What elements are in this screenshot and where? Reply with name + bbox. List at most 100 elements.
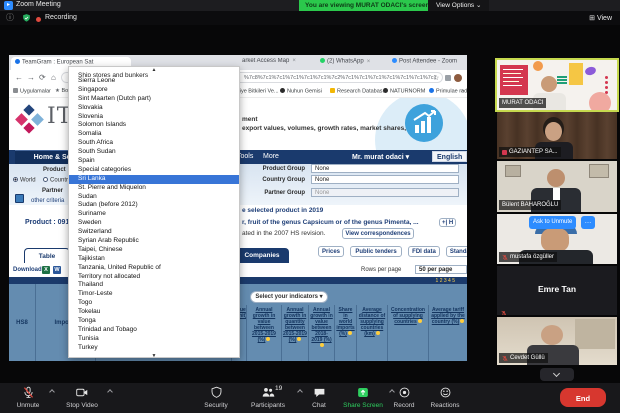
share-screen-button[interactable]: Share Screen	[338, 386, 388, 409]
product-group-select[interactable]: None	[311, 164, 459, 173]
dropdown-option[interactable]: Trinidad and Tobago	[69, 326, 239, 335]
column-header[interactable]: Concentration of supplying countries	[387, 305, 428, 361]
dropdown-option[interactable]: Sierra Leone	[69, 77, 239, 86]
dropdown-option[interactable]: Tokelau	[69, 308, 239, 317]
tab-close-icon[interactable]: ×	[367, 59, 371, 65]
bookmark-item[interactable]: Research Databas...	[330, 88, 387, 95]
excel-icon[interactable]: X	[42, 266, 50, 274]
info-icon[interactable]	[460, 319, 464, 323]
dropdown-option[interactable]: Timor-Leste	[69, 290, 239, 299]
dropdown-option[interactable]: Sudan (before 2012)	[69, 201, 239, 210]
unmute-options-caret[interactable]	[49, 389, 55, 395]
browser-menu-icon[interactable]: ⋮	[464, 73, 467, 82]
other-criteria-link[interactable]: other criteria	[31, 198, 64, 204]
swap-icon[interactable]	[15, 194, 24, 203]
view-correspondences-button[interactable]: View correspondences	[342, 228, 414, 239]
dropdown-option[interactable]: Slovenia	[69, 113, 239, 122]
column-header[interactable]: Average distance of supplying countries …	[356, 305, 387, 361]
dropdown-option[interactable]: Togo	[69, 299, 239, 308]
ask-to-unmute-button[interactable]: Ask to Unmute	[529, 216, 576, 229]
expand-button[interactable]: +| H	[439, 218, 456, 227]
info-icon[interactable]	[297, 337, 301, 341]
dropdown-option[interactable]: Tonga	[69, 317, 239, 326]
bookmarks-overflow[interactable]: »	[461, 88, 464, 94]
participant-tile-gaziantep[interactable]: GAZIANTEP SA...	[497, 112, 617, 159]
tab-close-icon[interactable]: ×	[292, 58, 296, 64]
public-tenders-button[interactable]: Public tenders	[350, 246, 402, 257]
dropdown-option[interactable]: Taipei, Chinese	[69, 246, 239, 255]
bookmark-star-icon[interactable]: ☆	[433, 74, 439, 82]
profile-avatar[interactable]	[454, 74, 462, 82]
bookmark-item[interactable]: Nuhun Gemisi	[280, 88, 322, 95]
bookmark-apps[interactable]: Uygulamalar	[13, 88, 51, 95]
dropdown-option[interactable]: Singapore	[69, 86, 239, 95]
dropdown-option[interactable]: South Africa	[69, 139, 239, 148]
shield-icon[interactable]	[22, 13, 31, 25]
dropdown-option[interactable]: Special categories	[69, 166, 239, 175]
column-header[interactable]: Annual growth in value between 2015-2019…	[246, 305, 281, 361]
dropdown-option[interactable]: Solomon Islands	[69, 121, 239, 130]
partner-group-select[interactable]: None	[311, 188, 459, 197]
standards-button[interactable]: Standar	[446, 246, 467, 257]
dropdown-option[interactable]: Sint Maarten (Dutch part)	[69, 95, 239, 104]
dropdown-option[interactable]: Tunisia	[69, 335, 239, 344]
view-options-button[interactable]: View Options ⌄	[428, 0, 489, 11]
dropdown-option[interactable]: Tanzania, United Republic of	[69, 264, 239, 273]
dropdown-option[interactable]: Spain	[69, 157, 239, 166]
dropdown-option[interactable]: South Sudan	[69, 148, 239, 157]
participants-button[interactable]: 19 Participants	[242, 386, 294, 409]
participant-tile-cevdet[interactable]: Cevdet Güllü	[497, 317, 617, 365]
dropdown-option[interactable]: Tajikistan	[69, 255, 239, 264]
dropdown-option[interactable]: Sudan	[69, 193, 239, 202]
end-meeting-button[interactable]: End	[560, 388, 606, 407]
new-tab-button[interactable]: +	[457, 58, 466, 69]
fdi-data-button[interactable]: FDI data	[408, 246, 440, 257]
info-icon[interactable]	[376, 331, 380, 335]
reload-icon[interactable]: ⟳	[39, 73, 46, 82]
column-header[interactable]: Annual growth in value between 2018-2019…	[308, 305, 334, 361]
rows-per-page-select[interactable]: 50 per page	[415, 265, 467, 274]
select-indicators-button[interactable]: Select your indicators ▾	[250, 291, 328, 303]
column-header[interactable]: Average tariff applied by the country (%…	[428, 305, 467, 361]
prices-button[interactable]: Prices	[318, 246, 344, 257]
dropdown-option[interactable]: Switzerland	[69, 228, 239, 237]
dropdown-option[interactable]: Syrian Arab Republic	[69, 237, 239, 246]
info-icon[interactable]	[418, 319, 422, 323]
dropdown-option[interactable]: Turkey	[69, 344, 239, 353]
record-button[interactable]: Record	[386, 386, 422, 409]
world-radio[interactable]: World	[13, 177, 36, 184]
dropdown-option[interactable]: Sweden	[69, 219, 239, 228]
info-icon[interactable]	[348, 331, 352, 335]
collapse-strip-button[interactable]	[540, 368, 574, 381]
participant-tile-bulent[interactable]: Bülent BAHAROĞLU	[497, 161, 617, 212]
view-layout-button[interactable]: ⊞ View	[589, 14, 612, 22]
country-group-select[interactable]: None	[311, 175, 459, 184]
unmute-button[interactable]: Unmute	[8, 386, 48, 409]
browser-tab-market-access-map[interactable]: arket Access Map×	[233, 58, 305, 69]
column-header[interactable]: Share in world imports (%)	[334, 305, 356, 361]
info-icon[interactable]	[266, 337, 270, 341]
dropdown-option[interactable]: Territory not allocated	[69, 273, 239, 282]
column-header-hs8[interactable]: HS8	[9, 284, 36, 361]
video-options-caret[interactable]	[107, 389, 113, 395]
participant-more-button[interactable]: …	[581, 216, 595, 229]
browser-tab-zoom[interactable]: Post Attendee - Zoom×	[383, 58, 459, 69]
chat-button[interactable]: Chat	[302, 386, 336, 409]
extensions-icon[interactable]	[445, 75, 451, 81]
scroll-down-icon[interactable]: ▼	[69, 353, 239, 358]
participant-tile-mustafa[interactable]: Ask to Unmute … mustafa özgüller	[497, 214, 617, 264]
dropdown-option[interactable]: Suriname	[69, 210, 239, 219]
dropdown-option[interactable]: St. Pierre and Miquelon	[69, 184, 239, 193]
reactions-button[interactable]: Reactions	[424, 386, 466, 409]
participant-tile-murat-odaci[interactable]: MURAT ODACI	[497, 60, 617, 110]
dropdown-option[interactable]: Slovakia	[69, 104, 239, 113]
participant-tile-emre[interactable]: Emre Tan	[497, 266, 617, 315]
security-button[interactable]: Security	[196, 386, 236, 409]
bookmark-item[interactable]: NATURNORM	[383, 88, 425, 95]
dropdown-option[interactable]: Somalia	[69, 130, 239, 139]
tab-table[interactable]: Table	[24, 248, 70, 263]
tab-companies[interactable]: Companies	[235, 248, 289, 263]
stop-video-button[interactable]: Stop Video	[58, 386, 106, 409]
nav-user-menu[interactable]: Mr. murat odaci ▾	[352, 153, 409, 161]
info-icon[interactable]	[320, 343, 324, 347]
